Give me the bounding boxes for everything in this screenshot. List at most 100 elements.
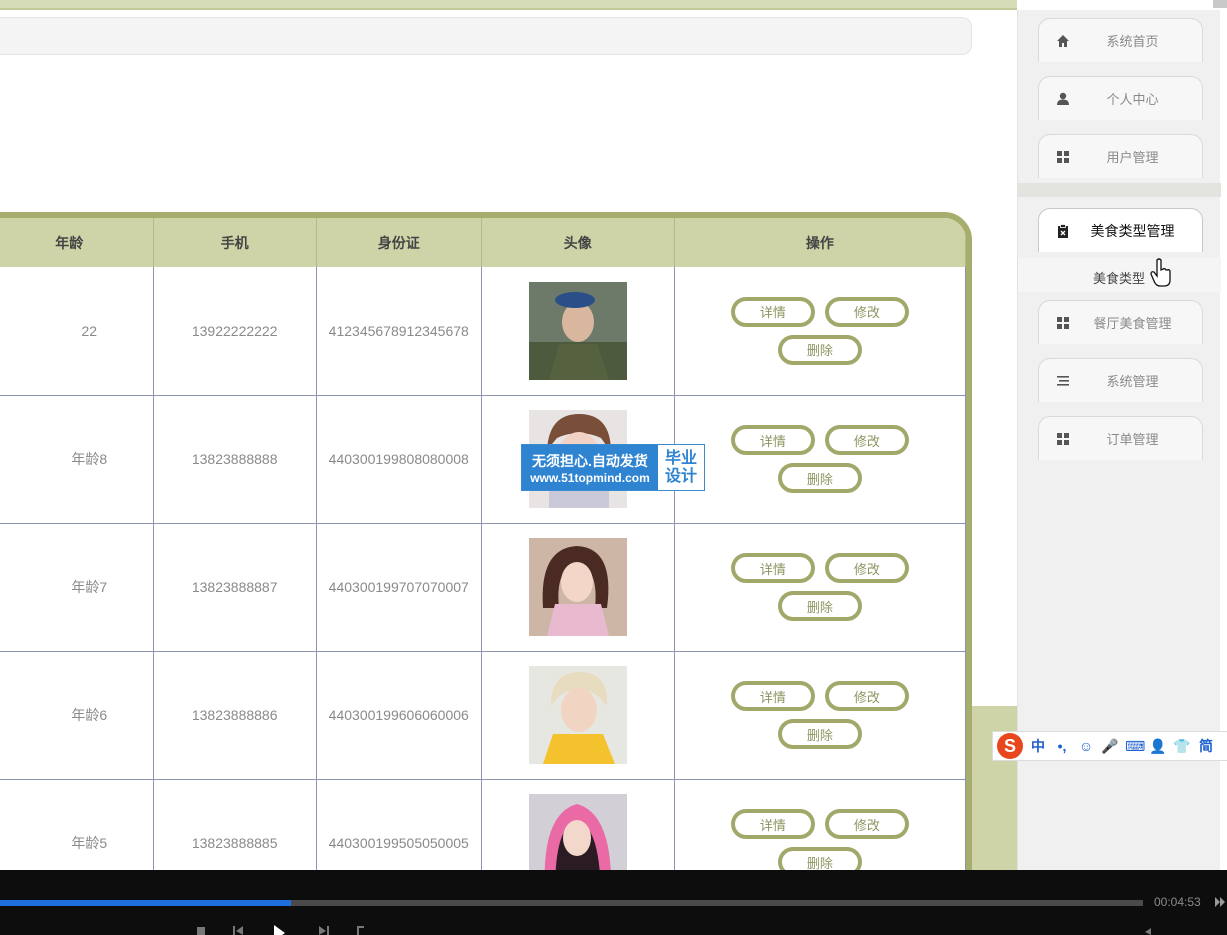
detail-button[interactable]: 详情 [730,681,815,711]
sidebar-item-label: 美食类型管理 [1090,222,1175,239]
detail-button[interactable]: 详情 [730,296,815,327]
delete-button[interactable]: 删除 [777,463,862,493]
ime-skin-icon[interactable]: 👕 [1173,738,1191,755]
sidebar-item-home[interactable]: 系统首页 [1038,18,1203,62]
edit-button[interactable]: 修改 [824,809,909,839]
watermark-line1: 无须担心.自动发货 [532,452,648,469]
detail-button[interactable]: 详情 [730,809,815,839]
data-table-panel: 年龄 手机 身份证 头像 操作 22 13922222222 412345678… [0,212,972,912]
hand-cursor-icon [1150,258,1171,287]
col-header-actions: 操作 [674,218,966,267]
cell-phone: 13823888888 [153,395,317,524]
user-table: 年龄 手机 身份证 头像 操作 22 13922222222 412345678… [0,218,966,906]
cell-avatar [481,651,675,780]
edit-button[interactable]: 修改 [824,681,909,711]
detail-button[interactable]: 详情 [730,553,815,583]
cell-id-card: 440300199808080008 [316,395,482,524]
table-row: 年龄8 13823888888 440300199808080008 详情 修改… [0,395,966,524]
app-window: 年龄 手机 身份证 头像 操作 22 13922222222 412345678… [0,0,1227,935]
sidebar-item-label: 系统首页 [1106,34,1159,49]
top-banner [0,0,1017,10]
scrollbar-thumb[interactable] [1213,0,1227,8]
sidebar-item-orders[interactable]: 订单管理 [1038,416,1203,460]
sidebar-item-system[interactable]: 系统管理 [1038,358,1203,402]
delete-button[interactable]: 删除 [777,334,862,365]
ime-logo-icon[interactable]: S [997,733,1023,759]
cell-id-card: 440300199606060006 [316,651,482,780]
grid-icon [1055,149,1071,165]
cell-id-card: 440300199707070007 [316,523,482,652]
clipboard-icon [1055,223,1071,239]
sidebar-item-label: 用户管理 [1106,150,1159,165]
menu-divider [1018,183,1221,197]
col-header-avatar: 头像 [481,218,675,267]
cell-actions: 详情 修改 删除 [674,395,966,524]
detail-button[interactable]: 详情 [730,425,815,455]
sidebar-item-food-types[interactable]: 美食类型管理 [1038,208,1203,252]
cell-age: 年龄8 [0,395,154,524]
table-header-row: 年龄 手机 身份证 头像 操作 [0,218,966,267]
cell-phone: 13823888887 [153,523,317,652]
sidebar-item-users[interactable]: 用户管理 [1038,134,1203,178]
edit-button[interactable]: 修改 [824,296,909,327]
ime-chinese-mode[interactable]: 中 [1029,736,1047,756]
search-toolbar [0,17,972,55]
ime-voice-icon[interactable]: 🎤 [1101,738,1119,755]
watermark-side-top: 毕业 [664,449,697,467]
sidebar-subitem-food-type[interactable]: 美食类型 [1018,258,1221,292]
ime-simplified-mode[interactable]: 简 [1197,736,1215,756]
table-row: 年龄7 13823888887 440300199707070007 详情 修改… [0,523,966,652]
progress-bar[interactable] [0,900,1143,906]
delete-button[interactable]: 删除 [777,591,862,621]
next-arrow-icon[interactable] [1214,896,1226,908]
avatar-image[interactable] [528,281,627,380]
cell-phone: 13922222222 [153,267,317,396]
avatar-image[interactable] [528,538,627,636]
watermark-badge: 无须担心.自动发货 www.51topmind.com 毕业 设计 [521,444,705,491]
watermark-side-bottom: 设计 [664,467,697,485]
ime-keyboard-icon[interactable]: ⌨ [1125,738,1145,755]
sidebar-item-restaurant-food[interactable]: 餐厅美食管理 [1038,300,1203,344]
cell-age: 22 [0,267,154,396]
list-icon [1055,373,1071,389]
cell-avatar [481,267,675,396]
watermark-url: www.51topmind.com [530,470,650,485]
grid-icon [1055,431,1071,447]
cell-actions: 详情 修改 删除 [674,523,966,652]
sidebar-item-label: 系统管理 [1106,374,1159,389]
home-icon [1055,33,1071,49]
sidebar-item-label: 订单管理 [1106,432,1159,447]
table-row: 22 13922222222 412345678912345678 详情 修改 … [0,267,966,396]
col-header-phone: 手机 [153,218,317,267]
ime-emoji-icon[interactable]: ☺ [1077,738,1095,754]
stop-icon[interactable] [196,924,206,935]
previous-icon[interactable] [232,924,244,935]
avatar-image[interactable] [528,666,627,764]
cell-id-card: 412345678912345678 [316,267,482,396]
cell-actions: 详情 修改 删除 [674,651,966,780]
col-header-id-card: 身份证 [316,218,482,267]
cell-phone: 13823888886 [153,651,317,780]
sidebar-item-profile[interactable]: 个人中心 [1038,76,1203,120]
col-header-age: 年龄 [0,218,154,267]
edit-button[interactable]: 修改 [824,425,909,455]
ime-toolbar: S 中 •, ☺ 🎤 ⌨ 👤 👕 简 [992,731,1227,761]
play-icon[interactable] [272,924,286,935]
sidebar-item-label: 个人中心 [1106,92,1159,107]
playback-time: 00:04:53 [1154,895,1201,909]
cell-avatar [481,523,675,652]
edit-button[interactable]: 修改 [824,553,909,583]
delete-button[interactable]: 删除 [777,719,862,749]
ime-user-icon[interactable]: 👤 [1149,738,1167,755]
grid-icon [1055,315,1071,331]
open-file-icon[interactable] [356,924,366,935]
cell-age: 年龄6 [0,651,154,780]
video-player-bar: 00:04:53 [0,870,1227,935]
table-row: 年龄6 13823888886 440300199606060006 详情 修改… [0,651,966,780]
cell-age: 年龄7 [0,523,154,652]
volume-icon[interactable] [1142,924,1152,935]
ime-punctuation-icon[interactable]: •, [1053,738,1071,754]
next-icon[interactable] [318,924,330,935]
person-icon [1055,91,1071,107]
sidebar-item-label: 餐厅美食管理 [1093,316,1172,331]
